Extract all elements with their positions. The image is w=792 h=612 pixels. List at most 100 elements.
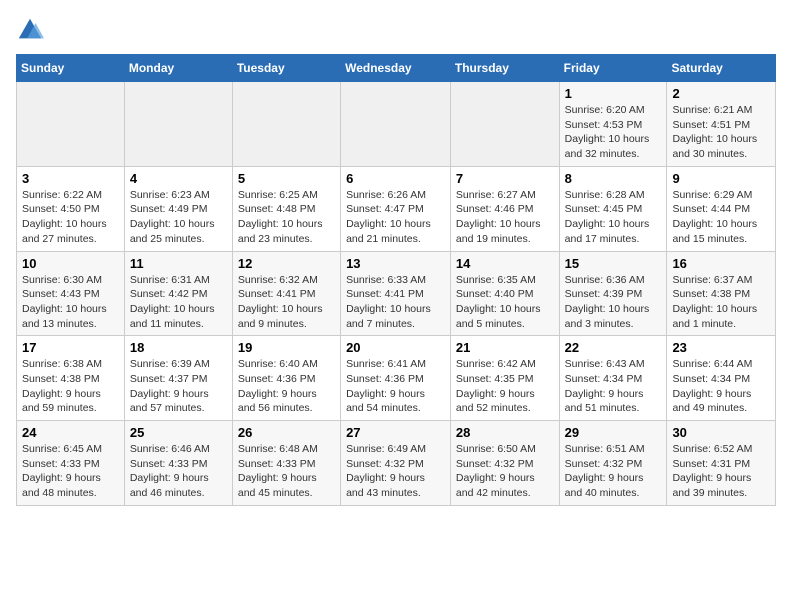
calendar-cell: 22 Sunrise: 6:43 AMSunset: 4:34 PMDayligh… (559, 336, 667, 421)
day-info: Sunrise: 6:26 AMSunset: 4:47 PMDaylight:… (346, 188, 445, 247)
calendar-header-row: SundayMondayTuesdayWednesdayThursdayFrid… (17, 55, 776, 82)
header-sunday: Sunday (17, 55, 125, 82)
day-info: Sunrise: 6:21 AMSunset: 4:51 PMDaylight:… (672, 103, 770, 162)
day-info: Sunrise: 6:39 AMSunset: 4:37 PMDaylight:… (130, 357, 227, 416)
day-number: 8 (565, 171, 662, 186)
calendar-cell: 1 Sunrise: 6:20 AMSunset: 4:53 PMDaylight… (559, 82, 667, 167)
day-info: Sunrise: 6:40 AMSunset: 4:36 PMDaylight:… (238, 357, 335, 416)
day-number: 18 (130, 340, 227, 355)
calendar-cell: 8 Sunrise: 6:28 AMSunset: 4:45 PMDaylight… (559, 166, 667, 251)
day-number: 7 (456, 171, 554, 186)
day-info: Sunrise: 6:46 AMSunset: 4:33 PMDaylight:… (130, 442, 227, 501)
day-info: Sunrise: 6:30 AMSunset: 4:43 PMDaylight:… (22, 273, 119, 332)
day-number: 1 (565, 86, 662, 101)
day-number: 16 (672, 256, 770, 271)
day-number: 9 (672, 171, 770, 186)
header-tuesday: Tuesday (232, 55, 340, 82)
day-info: Sunrise: 6:41 AMSunset: 4:36 PMDaylight:… (346, 357, 445, 416)
header-monday: Monday (124, 55, 232, 82)
day-number: 30 (672, 425, 770, 440)
day-info: Sunrise: 6:36 AMSunset: 4:39 PMDaylight:… (565, 273, 662, 332)
calendar-cell (17, 82, 125, 167)
calendar-cell: 10 Sunrise: 6:30 AMSunset: 4:43 PMDayligh… (17, 251, 125, 336)
calendar-cell: 6 Sunrise: 6:26 AMSunset: 4:47 PMDaylight… (341, 166, 451, 251)
day-number: 4 (130, 171, 227, 186)
day-info: Sunrise: 6:20 AMSunset: 4:53 PMDaylight:… (565, 103, 662, 162)
calendar-week-3: 10 Sunrise: 6:30 AMSunset: 4:43 PMDayligh… (17, 251, 776, 336)
day-number: 10 (22, 256, 119, 271)
day-number: 21 (456, 340, 554, 355)
day-info: Sunrise: 6:48 AMSunset: 4:33 PMDaylight:… (238, 442, 335, 501)
day-number: 22 (565, 340, 662, 355)
header-thursday: Thursday (450, 55, 559, 82)
day-info: Sunrise: 6:28 AMSunset: 4:45 PMDaylight:… (565, 188, 662, 247)
calendar-cell: 20 Sunrise: 6:41 AMSunset: 4:36 PMDayligh… (341, 336, 451, 421)
calendar-cell: 11 Sunrise: 6:31 AMSunset: 4:42 PMDayligh… (124, 251, 232, 336)
day-info: Sunrise: 6:35 AMSunset: 4:40 PMDaylight:… (456, 273, 554, 332)
header-wednesday: Wednesday (341, 55, 451, 82)
calendar-cell: 24 Sunrise: 6:45 AMSunset: 4:33 PMDayligh… (17, 421, 125, 506)
calendar-cell: 19 Sunrise: 6:40 AMSunset: 4:36 PMDayligh… (232, 336, 340, 421)
day-info: Sunrise: 6:45 AMSunset: 4:33 PMDaylight:… (22, 442, 119, 501)
day-info: Sunrise: 6:49 AMSunset: 4:32 PMDaylight:… (346, 442, 445, 501)
day-info: Sunrise: 6:33 AMSunset: 4:41 PMDaylight:… (346, 273, 445, 332)
calendar-table: SundayMondayTuesdayWednesdayThursdayFrid… (16, 54, 776, 506)
day-info: Sunrise: 6:23 AMSunset: 4:49 PMDaylight:… (130, 188, 227, 247)
day-number: 2 (672, 86, 770, 101)
calendar-week-2: 3 Sunrise: 6:22 AMSunset: 4:50 PMDaylight… (17, 166, 776, 251)
calendar-cell: 7 Sunrise: 6:27 AMSunset: 4:46 PMDaylight… (450, 166, 559, 251)
day-number: 19 (238, 340, 335, 355)
day-number: 5 (238, 171, 335, 186)
day-number: 15 (565, 256, 662, 271)
logo-icon (16, 16, 44, 44)
day-info: Sunrise: 6:22 AMSunset: 4:50 PMDaylight:… (22, 188, 119, 247)
day-number: 20 (346, 340, 445, 355)
day-number: 17 (22, 340, 119, 355)
calendar-cell: 23Sunrise: 6:44 AMSunset: 4:34 PMDayligh… (667, 336, 776, 421)
calendar-cell: 16 Sunrise: 6:37 AMSunset: 4:38 PMDayligh… (667, 251, 776, 336)
calendar-cell: 21 Sunrise: 6:42 AMSunset: 4:35 PMDayligh… (450, 336, 559, 421)
day-number: 14 (456, 256, 554, 271)
day-info: Sunrise: 6:27 AMSunset: 4:46 PMDaylight:… (456, 188, 554, 247)
page-header (16, 16, 776, 44)
calendar-cell (450, 82, 559, 167)
calendar-cell: 9 Sunrise: 6:29 AMSunset: 4:44 PMDaylight… (667, 166, 776, 251)
day-number: 28 (456, 425, 554, 440)
calendar-cell: 13 Sunrise: 6:33 AMSunset: 4:41 PMDayligh… (341, 251, 451, 336)
day-info: Sunrise: 6:43 AMSunset: 4:34 PMDaylight:… (565, 357, 662, 416)
day-info: Sunrise: 6:37 AMSunset: 4:38 PMDaylight:… (672, 273, 770, 332)
calendar-cell (232, 82, 340, 167)
calendar-cell (341, 82, 451, 167)
calendar-week-4: 17Sunrise: 6:38 AMSunset: 4:38 PMDayligh… (17, 336, 776, 421)
calendar-week-1: 1 Sunrise: 6:20 AMSunset: 4:53 PMDaylight… (17, 82, 776, 167)
header-friday: Friday (559, 55, 667, 82)
calendar-cell: 26 Sunrise: 6:48 AMSunset: 4:33 PMDayligh… (232, 421, 340, 506)
day-number: 11 (130, 256, 227, 271)
day-number: 25 (130, 425, 227, 440)
day-info: Sunrise: 6:52 AMSunset: 4:31 PMDaylight:… (672, 442, 770, 501)
day-number: 13 (346, 256, 445, 271)
day-number: 26 (238, 425, 335, 440)
day-number: 29 (565, 425, 662, 440)
calendar-cell: 29 Sunrise: 6:51 AMSunset: 4:32 PMDayligh… (559, 421, 667, 506)
day-number: 24 (22, 425, 119, 440)
day-info: Sunrise: 6:32 AMSunset: 4:41 PMDaylight:… (238, 273, 335, 332)
day-info: Sunrise: 6:42 AMSunset: 4:35 PMDaylight:… (456, 357, 554, 416)
calendar-cell: 2 Sunrise: 6:21 AMSunset: 4:51 PMDaylight… (667, 82, 776, 167)
calendar-cell: 28 Sunrise: 6:50 AMSunset: 4:32 PMDayligh… (450, 421, 559, 506)
calendar-cell: 4 Sunrise: 6:23 AMSunset: 4:49 PMDaylight… (124, 166, 232, 251)
day-number: 6 (346, 171, 445, 186)
day-info: Sunrise: 6:50 AMSunset: 4:32 PMDaylight:… (456, 442, 554, 501)
logo (16, 16, 48, 44)
day-info: Sunrise: 6:25 AMSunset: 4:48 PMDaylight:… (238, 188, 335, 247)
day-number: 23 (672, 340, 770, 355)
day-info: Sunrise: 6:51 AMSunset: 4:32 PMDaylight:… (565, 442, 662, 501)
calendar-cell: 17Sunrise: 6:38 AMSunset: 4:38 PMDayligh… (17, 336, 125, 421)
calendar-cell (124, 82, 232, 167)
calendar-cell: 12Sunrise: 6:32 AMSunset: 4:41 PMDayligh… (232, 251, 340, 336)
day-info: Sunrise: 6:31 AMSunset: 4:42 PMDaylight:… (130, 273, 227, 332)
calendar-cell: 3 Sunrise: 6:22 AMSunset: 4:50 PMDaylight… (17, 166, 125, 251)
day-number: 3 (22, 171, 119, 186)
day-info: Sunrise: 6:29 AMSunset: 4:44 PMDaylight:… (672, 188, 770, 247)
calendar-cell: 18 Sunrise: 6:39 AMSunset: 4:37 PMDayligh… (124, 336, 232, 421)
